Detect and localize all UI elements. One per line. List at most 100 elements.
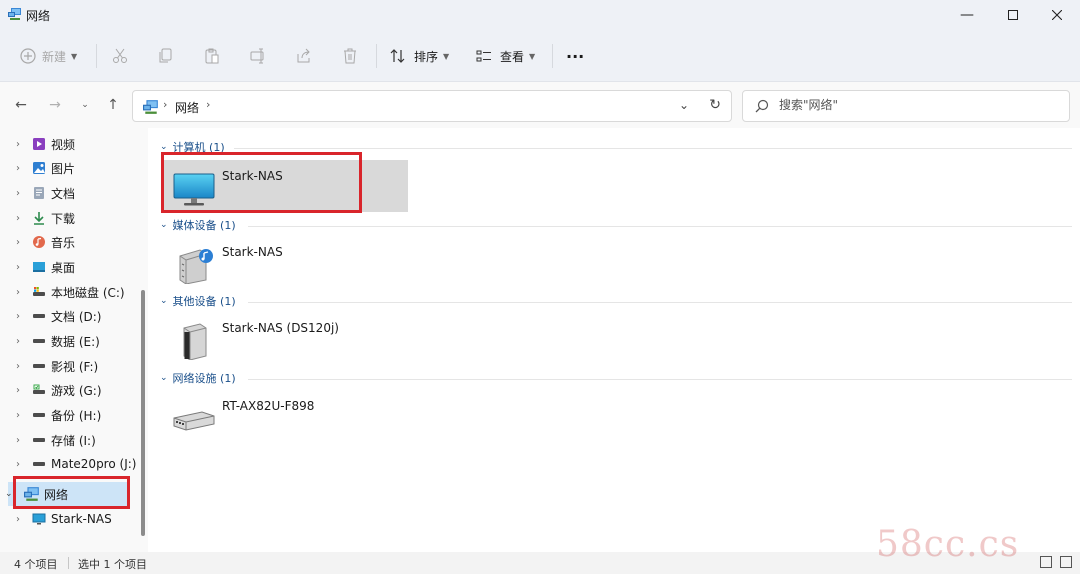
expand-chevron-icon[interactable]: › bbox=[16, 410, 20, 421]
address-history-dropdown[interactable]: ⌄ bbox=[679, 98, 689, 112]
nav-item-label: Stark-NAS bbox=[51, 512, 112, 526]
selection-count: 选中 1 个项目 bbox=[78, 558, 147, 571]
nav-item-videos[interactable]: › 视频 bbox=[0, 132, 140, 156]
expand-chevron-icon[interactable]: › bbox=[16, 311, 20, 322]
new-button[interactable]: 新建 ▼ bbox=[20, 44, 77, 68]
watermark: 58cc.cs bbox=[876, 524, 1020, 565]
rename-icon bbox=[250, 48, 264, 64]
nav-item-label: 桌面 bbox=[51, 260, 76, 275]
nav-item-drive-i[interactable]: › 存储 (I:) bbox=[0, 428, 140, 452]
back-button[interactable]: ← bbox=[12, 96, 30, 114]
expand-chevron-icon[interactable]: › bbox=[16, 287, 20, 298]
music-icon bbox=[33, 236, 45, 248]
more-button[interactable]: ··· bbox=[566, 44, 584, 68]
new-label: 新建 bbox=[42, 49, 67, 64]
nav-item-label: 游戏 (G:) bbox=[51, 383, 102, 398]
toolbar-divider bbox=[96, 44, 97, 68]
nav-item-drive-e[interactable]: › 数据 (E:) bbox=[0, 329, 140, 353]
item-count: 4 个项目 bbox=[14, 558, 58, 571]
maximize-button[interactable] bbox=[990, 0, 1036, 30]
nav-item-label: 文档 (D:) bbox=[51, 309, 102, 324]
address-row: ← → ⌄ ↑ › 网络 › ⌄ ↻ bbox=[0, 82, 1080, 128]
nav-item-documents[interactable]: › 文档 bbox=[0, 181, 140, 205]
collapse-chevron-icon[interactable]: ⌄ bbox=[5, 489, 13, 499]
nav-item-pictures[interactable]: › 图片 bbox=[0, 156, 140, 180]
network-item-media-device[interactable]: Stark-NAS bbox=[164, 236, 408, 288]
expand-chevron-icon[interactable]: › bbox=[16, 262, 20, 273]
arrow-up-icon: ↑ bbox=[107, 97, 119, 113]
address-bar[interactable]: › 网络 › ⌄ ↻ bbox=[132, 90, 732, 122]
expand-chevron-icon[interactable]: › bbox=[16, 163, 20, 174]
nav-item-drive-c[interactable]: › 本地磁盘 (C:) bbox=[0, 280, 140, 304]
expand-chevron-icon[interactable]: › bbox=[16, 514, 20, 525]
chevron-right-icon[interactable]: › bbox=[206, 98, 210, 111]
nav-item-label: 存储 (I:) bbox=[51, 433, 96, 448]
group-header-label: 网络设施 (1) bbox=[172, 372, 236, 385]
nav-item-drive-g[interactable]: › 游戏 (G:) bbox=[0, 378, 140, 402]
toolbar-divider bbox=[552, 44, 553, 68]
rename-button[interactable] bbox=[250, 44, 266, 68]
command-bar: 新建 ▼ 排序 ▼ 查看 ▼ ··· bbox=[0, 30, 1080, 82]
group-header-other-devices[interactable]: ⌄ 其他设备 (1) bbox=[160, 292, 236, 310]
desktop-icon bbox=[33, 262, 45, 272]
expand-chevron-icon[interactable]: › bbox=[16, 435, 20, 446]
group-header-network-infrastructure[interactable]: ⌄ 网络设施 (1) bbox=[160, 369, 236, 387]
paste-button[interactable] bbox=[204, 44, 220, 68]
cut-button[interactable] bbox=[112, 44, 128, 68]
group-divider bbox=[234, 148, 1072, 149]
group-header-media-devices[interactable]: ⌄ 媒体设备 (1) bbox=[160, 216, 236, 234]
chevron-down-icon: ▼ bbox=[443, 51, 450, 61]
group-divider bbox=[248, 226, 1072, 227]
nav-item-label: 音乐 bbox=[51, 235, 76, 250]
expand-chevron-icon[interactable]: › bbox=[16, 237, 20, 248]
chevron-down-icon: ⌄ bbox=[160, 373, 168, 383]
large-icons-view-button[interactable] bbox=[1060, 556, 1072, 568]
expand-chevron-icon[interactable]: › bbox=[16, 188, 20, 199]
copy-button[interactable] bbox=[158, 44, 174, 68]
search-input[interactable] bbox=[779, 98, 1049, 112]
delete-icon bbox=[344, 48, 356, 64]
nav-item-downloads[interactable]: › 下载 bbox=[0, 206, 140, 230]
search-box[interactable] bbox=[742, 90, 1070, 122]
expand-chevron-icon[interactable]: › bbox=[16, 139, 20, 150]
expand-chevron-icon[interactable]: › bbox=[16, 385, 20, 396]
expand-chevron-icon[interactable]: › bbox=[16, 459, 20, 470]
expand-chevron-icon[interactable]: › bbox=[16, 336, 20, 347]
nav-item-drive-f[interactable]: › 影视 (F:) bbox=[0, 354, 140, 378]
expand-chevron-icon[interactable]: › bbox=[16, 361, 20, 372]
nav-item-drive-j[interactable]: › Mate20pro (J:) bbox=[0, 452, 140, 476]
refresh-icon[interactable]: ↻ bbox=[709, 97, 721, 113]
drive-icon bbox=[33, 413, 45, 417]
drive-icon bbox=[33, 462, 45, 466]
forward-button[interactable]: → bbox=[46, 96, 64, 114]
expand-chevron-icon[interactable]: › bbox=[16, 213, 20, 224]
router-icon bbox=[173, 411, 215, 431]
close-button[interactable] bbox=[1034, 0, 1080, 30]
network-icon bbox=[8, 8, 21, 20]
nav-item-drive-d[interactable]: › 文档 (D:) bbox=[0, 304, 140, 328]
nav-item-desktop[interactable]: › 桌面 bbox=[0, 255, 140, 279]
recent-locations-button[interactable]: ⌄ bbox=[76, 96, 94, 114]
minimize-button[interactable]: — bbox=[944, 0, 990, 30]
nav-item-drive-h[interactable]: › 备份 (H:) bbox=[0, 403, 140, 427]
delete-button[interactable] bbox=[342, 44, 358, 68]
share-button[interactable] bbox=[296, 44, 312, 68]
arrow-left-icon: ← bbox=[15, 97, 27, 113]
view-button[interactable]: 查看 ▼ bbox=[476, 44, 535, 68]
breadcrumb-network[interactable]: 网络 bbox=[175, 99, 199, 116]
details-view-button[interactable] bbox=[1040, 556, 1052, 568]
toolbar-divider bbox=[376, 44, 377, 68]
nav-item-stark-nas[interactable]: › Stark-NAS bbox=[0, 507, 140, 531]
network-item-router[interactable]: RT-AX82U-F898 bbox=[164, 390, 408, 442]
network-item-other-device[interactable]: Stark-NAS (DS120j) bbox=[164, 312, 408, 364]
sort-button[interactable]: 排序 ▼ bbox=[390, 44, 449, 68]
maximize-icon bbox=[1008, 10, 1018, 20]
navigation-pane: › 视频 › 图片 › 文档 › 下载 › 音乐 › 桌面 › 本地磁盘 (C:… bbox=[0, 128, 148, 552]
paste-icon bbox=[205, 48, 219, 64]
drive-icon bbox=[33, 314, 45, 318]
nav-scrollbar[interactable] bbox=[141, 290, 145, 536]
up-button[interactable]: ↑ bbox=[104, 96, 122, 114]
documents-icon bbox=[34, 187, 44, 199]
nav-item-music[interactable]: › 音乐 bbox=[0, 230, 140, 254]
view-icon bbox=[476, 50, 491, 62]
